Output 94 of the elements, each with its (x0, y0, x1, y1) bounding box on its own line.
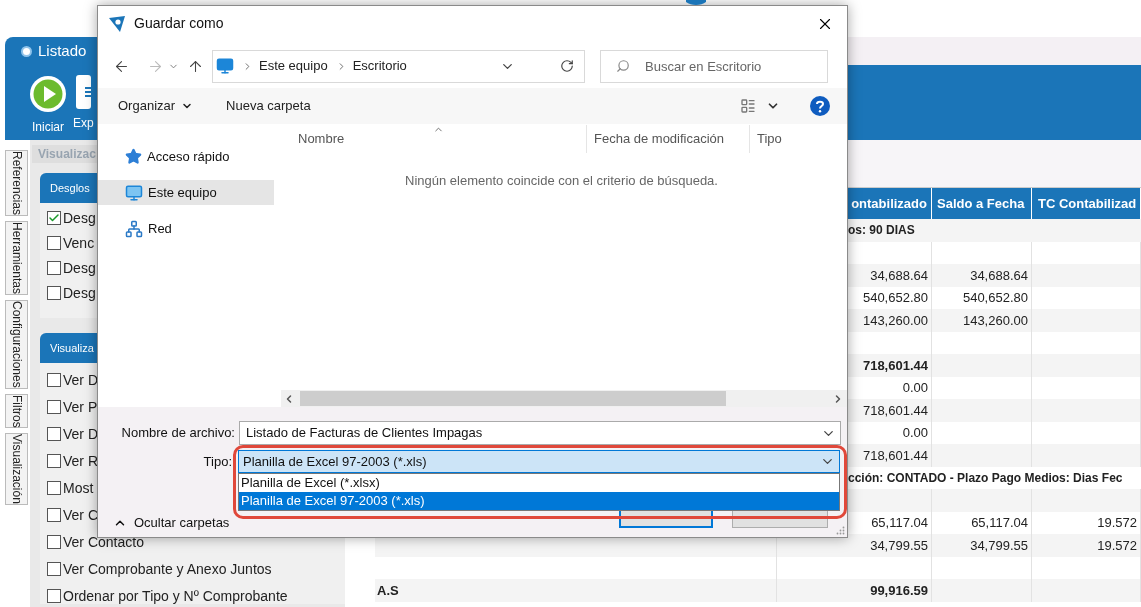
option-label: Desg (63, 258, 96, 278)
refresh-icon[interactable] (560, 59, 574, 73)
option-label: Venc (63, 233, 95, 253)
option-label: Ver P (63, 397, 98, 417)
option-label: Ver C (63, 505, 98, 525)
nav-item[interactable]: Red (98, 216, 274, 241)
checkbox[interactable] (47, 535, 61, 549)
network-icon (125, 219, 143, 238)
list-icon (75, 75, 91, 109)
table-cell-text: 540,652.80 (862, 289, 928, 307)
column-header[interactable]: Nombre (276, 129, 586, 149)
monitor-icon (216, 57, 234, 75)
table-cell-text: 19.572 (1097, 536, 1137, 555)
option-label: Ver Contacto (63, 532, 144, 552)
table-cell-text: A.S (377, 581, 399, 600)
table-cell-text: 99,916.59 (870, 581, 928, 600)
group-row-text: cción: CONTADO - Plazo Pago Medios: Dias Fec (848, 469, 1123, 487)
new-folder-button[interactable]: Nueva carpeta (226, 96, 311, 116)
checkbox[interactable] (47, 508, 61, 522)
resize-grip-icon[interactable] (836, 526, 845, 535)
table-cell-text: 143,260.00 (862, 311, 928, 330)
checkbox[interactable] (47, 589, 61, 603)
option-label: Ver D (63, 370, 98, 390)
table-cell-text: 19.572 (1097, 514, 1137, 532)
filename-field[interactable]: Listado de Facturas de Clientes Impagas (239, 421, 841, 445)
type-select[interactable]: Planilla de Excel 97-2003 (*.xls) (238, 450, 840, 473)
table-cell-text: 34,799.55 (970, 536, 1028, 555)
side-tab[interactable]: Filtros (5, 393, 28, 429)
path-segment[interactable]: Escritorio (352, 56, 407, 76)
side-tab[interactable]: Visualización (5, 433, 28, 506)
option-label: Desg (63, 208, 96, 228)
table-cell-text: 540,652.80 (962, 289, 1028, 307)
app-logo-icon (21, 45, 32, 57)
column-header[interactable]: Fecha de modificación (586, 125, 749, 153)
organize-button[interactable]: Organizar (118, 96, 194, 116)
dropdown-option[interactable]: Planilla de Excel (*.xlsx) (239, 474, 839, 492)
address-bar[interactable]: Este equipo Escritorio (212, 49, 585, 83)
nav-item[interactable]: Acceso rápido (98, 144, 274, 169)
view-icon[interactable] (740, 98, 756, 114)
dialog-title: Guardar como (134, 14, 224, 33)
checkbox[interactable] (47, 427, 61, 441)
field-label: Nombre de archivo: (121, 424, 235, 443)
table-cell-text: 65,117.04 (871, 514, 928, 532)
toolbar-button[interactable]: Iniciar (29, 75, 67, 136)
checkbox[interactable] (47, 454, 61, 468)
app-title: Listado (38, 40, 87, 61)
play-icon (29, 75, 67, 113)
option-label: Ordenar por Tipo y Nº Comprobante (63, 586, 288, 606)
app-shield-icon (108, 14, 126, 33)
checkbox[interactable] (47, 261, 61, 275)
group-title: Visualiza (50, 340, 94, 356)
search-field[interactable]: Buscar en Escritorio (600, 49, 828, 83)
table-cell-text: 718,601.44 (862, 401, 928, 420)
table-cell-text: 34,799.55 (870, 536, 928, 555)
checkbox[interactable] (47, 562, 61, 576)
checkbox[interactable] (47, 236, 61, 250)
scrollbar-thumb[interactable] (300, 391, 726, 406)
group-title: Desglos (50, 180, 90, 196)
search-icon (616, 58, 630, 73)
checkbox[interactable] (47, 286, 61, 300)
side-tab[interactable]: Configuraciones (5, 300, 28, 389)
table-cell-text: 718,601.44 (862, 356, 928, 375)
panel-title: Visualizac (38, 146, 96, 163)
dropdown-option[interactable]: Planilla de Excel 97-2003 (*.xls) (239, 492, 839, 510)
option-label: Ver D (63, 424, 98, 444)
option-label: Ver Comprobante y Anexo Juntos (63, 559, 272, 579)
field-label: Tipo: (203, 452, 232, 471)
nav-item[interactable]: Este equipo (98, 180, 274, 205)
monitor-icon (125, 183, 143, 202)
checkbox[interactable] (47, 211, 61, 225)
checkbox[interactable] (47, 373, 61, 387)
star-icon (125, 148, 142, 165)
path-segment[interactable]: Este equipo (259, 56, 328, 76)
side-tab[interactable]: Herramientas (5, 221, 28, 296)
checkbox[interactable] (47, 481, 61, 495)
table-cell-text: 143,260.00 (962, 311, 1028, 330)
option-label: Most (63, 478, 94, 498)
group-row-text: os: 90 DIAS (848, 222, 915, 240)
table-cell-text: 34,688.64 (970, 266, 1028, 285)
help-icon[interactable] (810, 96, 830, 116)
table-cell-text: 718,601.44 (862, 446, 928, 465)
side-tab[interactable]: Referencias (5, 150, 28, 217)
table-cell-text: 0.00 (902, 424, 928, 442)
option-label: Ver R (63, 451, 98, 471)
table-cell-text: 0.00 (902, 379, 928, 397)
table-cell-text: 65,117.04 (971, 514, 1028, 532)
option-label: Desg (63, 283, 96, 303)
hide-folders-button[interactable]: Ocultar carpetas (113, 513, 230, 533)
column-header[interactable]: Tipo (749, 125, 782, 153)
toolbar-button[interactable]: Exp (73, 75, 94, 132)
empty-message: Ningún elemento coincide con el criterio de búsqueda. (405, 172, 718, 190)
logo (686, 0, 706, 6)
table-cell-text: 34,688.64 (870, 266, 928, 285)
checkbox[interactable] (47, 400, 61, 414)
